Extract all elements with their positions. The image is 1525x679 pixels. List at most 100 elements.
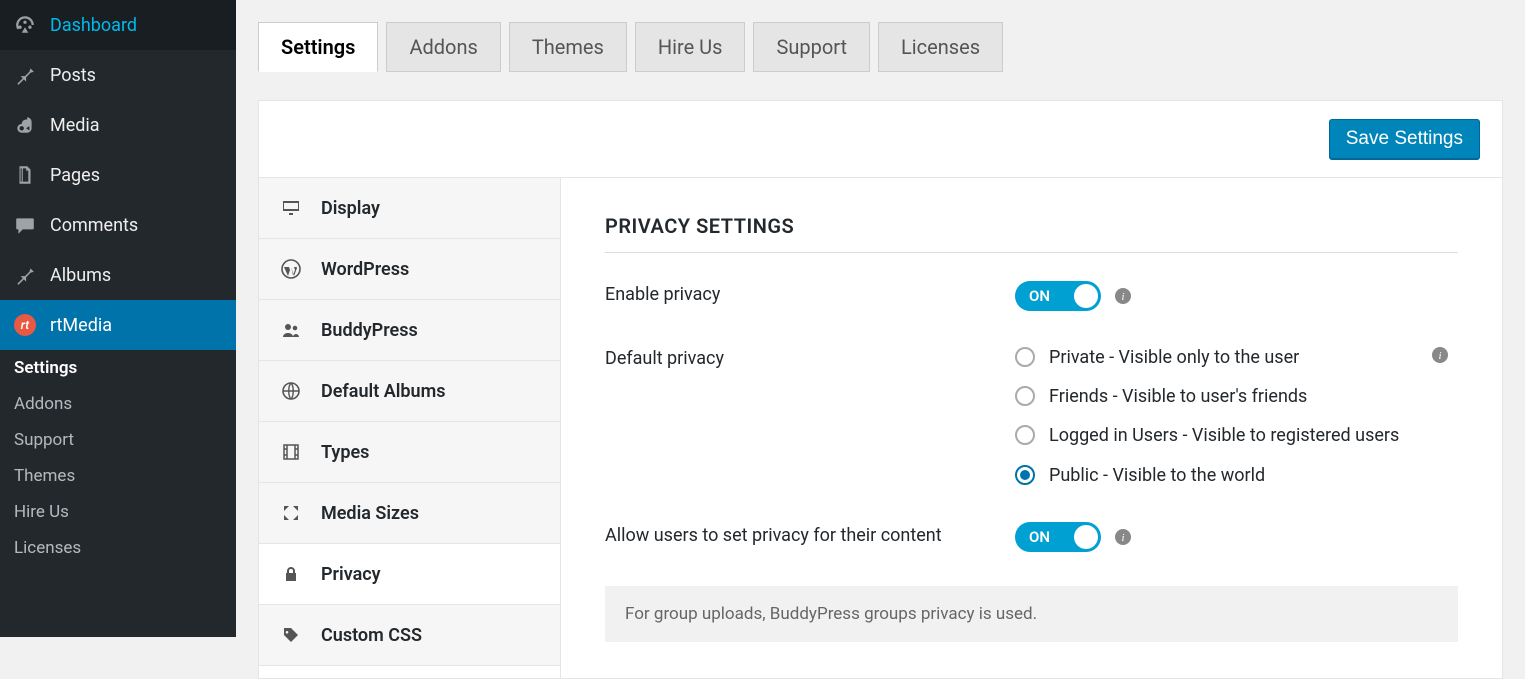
gauge-icon [12, 12, 38, 38]
pin-icon [12, 262, 38, 288]
svg-text:i: i [1121, 291, 1124, 303]
snav-label: Custom CSS [321, 625, 422, 646]
radio-icon[interactable] [1015, 425, 1035, 445]
tab-support[interactable]: Support [753, 22, 870, 72]
toggle-knob [1074, 284, 1098, 308]
menu-label: Pages [50, 165, 100, 186]
menu-pages[interactable]: Pages [0, 150, 236, 200]
snav-types[interactable]: Types [259, 422, 560, 483]
snav-custom-css[interactable]: Custom CSS [259, 605, 560, 666]
comment-icon [12, 212, 38, 238]
monitor-icon [279, 196, 303, 220]
panel-body: Display WordPress BuddyPress Default Alb… [259, 178, 1502, 678]
menu-label: Media [50, 115, 100, 136]
snav-label: Display [321, 198, 380, 219]
privacy-option-private[interactable]: Private - Visible only to the user [1015, 345, 1458, 370]
settings-panel: Save Settings Display WordPress BuddyPre… [258, 100, 1503, 679]
film-icon [279, 440, 303, 464]
tab-settings[interactable]: Settings [258, 22, 378, 72]
toggle-knob [1074, 525, 1098, 549]
tab-themes[interactable]: Themes [509, 22, 627, 72]
submenu-themes[interactable]: Themes [0, 458, 236, 494]
info-icon[interactable]: i [1115, 529, 1131, 545]
pages-icon [12, 162, 38, 188]
toggle-text: ON [1029, 528, 1050, 546]
default-privacy-options: i Private - Visible only to the user Fri… [1015, 345, 1458, 488]
submenu-settings[interactable]: Settings [0, 350, 236, 386]
menu-posts[interactable]: Posts [0, 50, 236, 100]
snav-label: Privacy [321, 564, 381, 585]
svg-text:i: i [1438, 350, 1441, 362]
option-label: Logged in Users - Visible to registered … [1049, 423, 1399, 448]
snav-media-sizes[interactable]: Media Sizes [259, 483, 560, 544]
privacy-option-loggedin[interactable]: Logged in Users - Visible to registered … [1015, 423, 1458, 448]
wordpress-icon [279, 257, 303, 281]
option-label: Public - Visible to the world [1049, 463, 1265, 488]
enable-privacy-label: Enable privacy [605, 281, 1015, 311]
menu-label: Comments [50, 215, 138, 236]
menu-comments[interactable]: Comments [0, 200, 236, 250]
expand-icon [279, 501, 303, 525]
snav-label: Media Sizes [321, 503, 419, 524]
info-icon[interactable]: i [1115, 288, 1131, 304]
row-enable-privacy: Enable privacy ON i [605, 281, 1458, 311]
tab-licenses[interactable]: Licenses [878, 22, 1003, 72]
menu-media[interactable]: Media [0, 100, 236, 150]
tab-addons[interactable]: Addons [386, 22, 500, 72]
submenu-addons[interactable]: Addons [0, 386, 236, 422]
option-label: Friends - Visible to user's friends [1049, 384, 1307, 409]
toggle-text: ON [1029, 287, 1050, 305]
enable-privacy-value: ON i [1015, 281, 1458, 311]
rtmedia-icon: rt [12, 312, 38, 338]
group-icon [279, 318, 303, 342]
menu-label: Posts [50, 65, 96, 86]
enable-privacy-toggle[interactable]: ON [1015, 281, 1101, 311]
allow-user-privacy-toggle[interactable]: ON [1015, 522, 1101, 552]
snav-label: WordPress [321, 259, 409, 280]
snav-label: Types [321, 442, 369, 463]
menu-albums[interactable]: Albums [0, 250, 236, 300]
allow-user-privacy-label: Allow users to set privacy for their con… [605, 522, 1015, 552]
info-icon[interactable]: i [1432, 347, 1448, 363]
radio-icon[interactable] [1015, 465, 1035, 485]
menu-label: Dashboard [50, 15, 137, 36]
privacy-option-friends[interactable]: Friends - Visible to user's friends [1015, 384, 1458, 409]
option-label: Private - Visible only to the user [1049, 345, 1299, 370]
media-icon [12, 112, 38, 138]
tab-hireus[interactable]: Hire Us [635, 22, 746, 72]
content-heading: PRIVACY SETTINGS [605, 214, 1458, 253]
radio-icon[interactable] [1015, 386, 1035, 406]
menu-label: rtMedia [50, 315, 112, 336]
tag-icon [279, 623, 303, 647]
menu-label: Albums [50, 265, 111, 286]
radio-icon[interactable] [1015, 347, 1035, 367]
submenu-support[interactable]: Support [0, 422, 236, 458]
lock-icon [279, 562, 303, 586]
snav-default-albums[interactable]: Default Albums [259, 361, 560, 422]
pin-icon [12, 62, 38, 88]
privacy-option-public[interactable]: Public - Visible to the world [1015, 463, 1458, 488]
admin-sidebar: Dashboard Posts Media Pages Comments Alb… [0, 0, 236, 637]
snav-display[interactable]: Display [259, 178, 560, 239]
settings-content: PRIVACY SETTINGS Enable privacy ON i Def… [561, 178, 1502, 678]
snav-label: Default Albums [321, 381, 445, 402]
allow-user-privacy-value: ON i [1015, 522, 1458, 552]
settings-side-nav: Display WordPress BuddyPress Default Alb… [259, 178, 561, 678]
default-privacy-label: Default privacy [605, 345, 1015, 488]
panel-actions: Save Settings [259, 101, 1502, 178]
privacy-note: For group uploads, BuddyPress groups pri… [605, 586, 1458, 642]
menu-dashboard[interactable]: Dashboard [0, 0, 236, 50]
row-allow-user-privacy: Allow users to set privacy for their con… [605, 522, 1458, 552]
snav-label: BuddyPress [321, 320, 418, 341]
top-tabs: Settings Addons Themes Hire Us Support L… [236, 0, 1525, 72]
svg-text:i: i [1121, 532, 1124, 544]
snav-privacy[interactable]: Privacy [259, 544, 560, 605]
submenu-licenses[interactable]: Licenses [0, 530, 236, 566]
menu-rtmedia[interactable]: rt rtMedia [0, 300, 236, 350]
snav-buddypress[interactable]: BuddyPress [259, 300, 560, 361]
main-content: Settings Addons Themes Hire Us Support L… [236, 0, 1525, 637]
snav-wordpress[interactable]: WordPress [259, 239, 560, 300]
submenu-hireus[interactable]: Hire Us [0, 494, 236, 530]
globe-icon [279, 379, 303, 403]
save-settings-button[interactable]: Save Settings [1329, 119, 1480, 159]
